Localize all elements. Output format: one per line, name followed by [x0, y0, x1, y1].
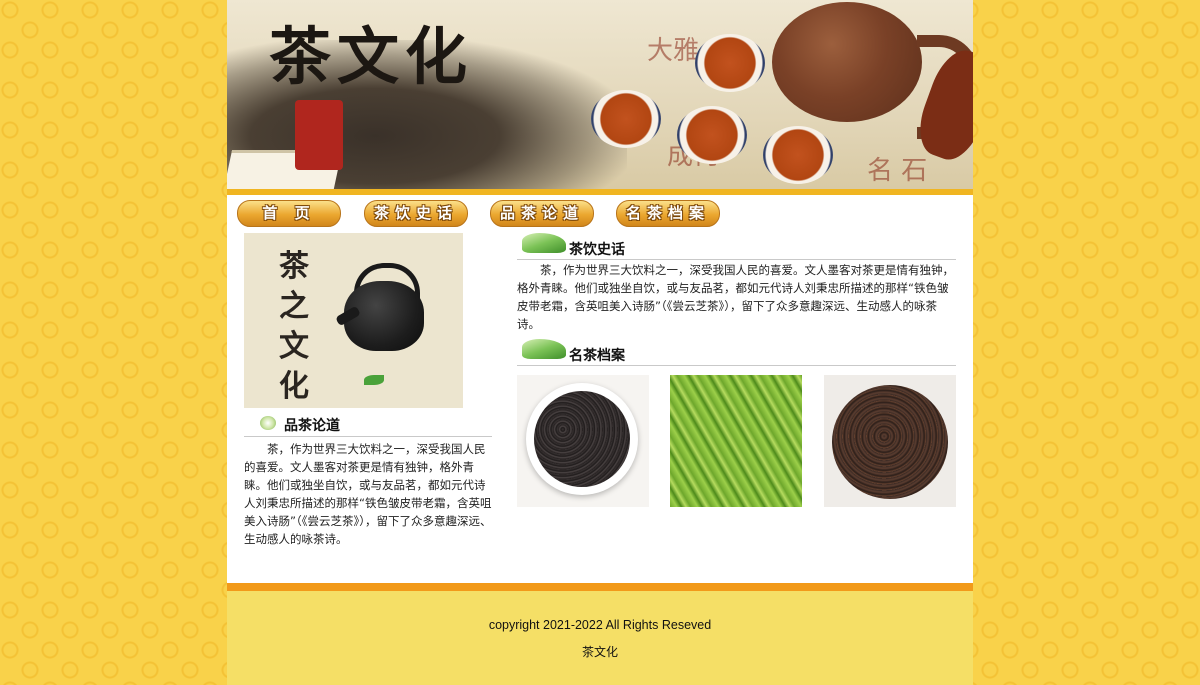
archive-section-title: 名茶档案 — [569, 348, 625, 364]
puer-tea-cake — [832, 385, 948, 499]
section-divider — [517, 365, 956, 366]
nav-famous-tea[interactable]: 名茶档案 — [616, 200, 720, 227]
green-tea-image[interactable] — [670, 375, 802, 507]
page-container: 大雅 成何 名 石 茶文化 首 页 茶饮史话 品茶论道 名茶档案 茶 之 文 化… — [227, 0, 973, 685]
footer-brand: 茶文化 — [581, 645, 618, 659]
tea-bowl-icon — [260, 416, 276, 430]
tasting-section-text: 茶，作为世界三大饮料之一，深受我国人民的喜爱。文人墨客对茶更是情有独钟，格外青睐… — [244, 442, 492, 546]
history-section-title: 茶饮史话 — [569, 242, 625, 258]
section-divider — [244, 436, 492, 437]
tasting-section-title: 品茶论道 — [284, 418, 340, 434]
tea-cup-image — [763, 126, 833, 184]
footer-divider — [227, 583, 973, 591]
feature-char: 化 — [279, 369, 309, 404]
nav-tea-history[interactable]: 茶饮史话 — [364, 200, 468, 227]
nav-tea-tasting[interactable]: 品茶论道 — [490, 200, 594, 227]
calligraphy-decoration: 大雅 — [647, 36, 700, 66]
nav-home[interactable]: 首 页 — [237, 200, 341, 227]
banner-title: 茶文化 — [269, 20, 474, 93]
teapot-image — [772, 2, 922, 122]
banner-stripe — [227, 189, 973, 195]
copyright-text: copyright 2021-2022 All Rights Reseved — [488, 618, 712, 632]
header-banner: 大雅 成何 名 石 茶文化 — [227, 0, 973, 195]
black-tea-leaves — [534, 391, 630, 487]
tea-canister-decoration — [295, 100, 343, 170]
leaf-icon — [364, 375, 384, 385]
tea-leaf-icon — [522, 233, 566, 253]
feature-image-text: 茶 之 文 化 — [274, 247, 314, 407]
tea-cup-image — [695, 34, 765, 92]
section-divider — [517, 259, 956, 260]
footer: copyright 2021-2022 All Rights Reseved 茶… — [227, 591, 973, 685]
puer-tea-image[interactable] — [824, 375, 956, 507]
black-tea-image[interactable] — [517, 375, 649, 507]
tea-cup-image — [591, 90, 661, 148]
history-section-text: 茶，作为世界三大饮料之一，深受我国人民的喜爱。文人墨客对茶更是情有独钟，格外青睐… — [517, 263, 954, 331]
tea-culture-feature-image: 茶 之 文 化 — [244, 233, 463, 408]
tea-cup-image — [677, 106, 747, 164]
feature-char: 之 — [279, 289, 309, 324]
feature-char: 茶 — [279, 249, 309, 284]
tea-leaf-icon — [522, 339, 566, 359]
calligraphy-decoration: 名 石 — [867, 156, 928, 186]
feature-char: 文 — [279, 329, 309, 364]
